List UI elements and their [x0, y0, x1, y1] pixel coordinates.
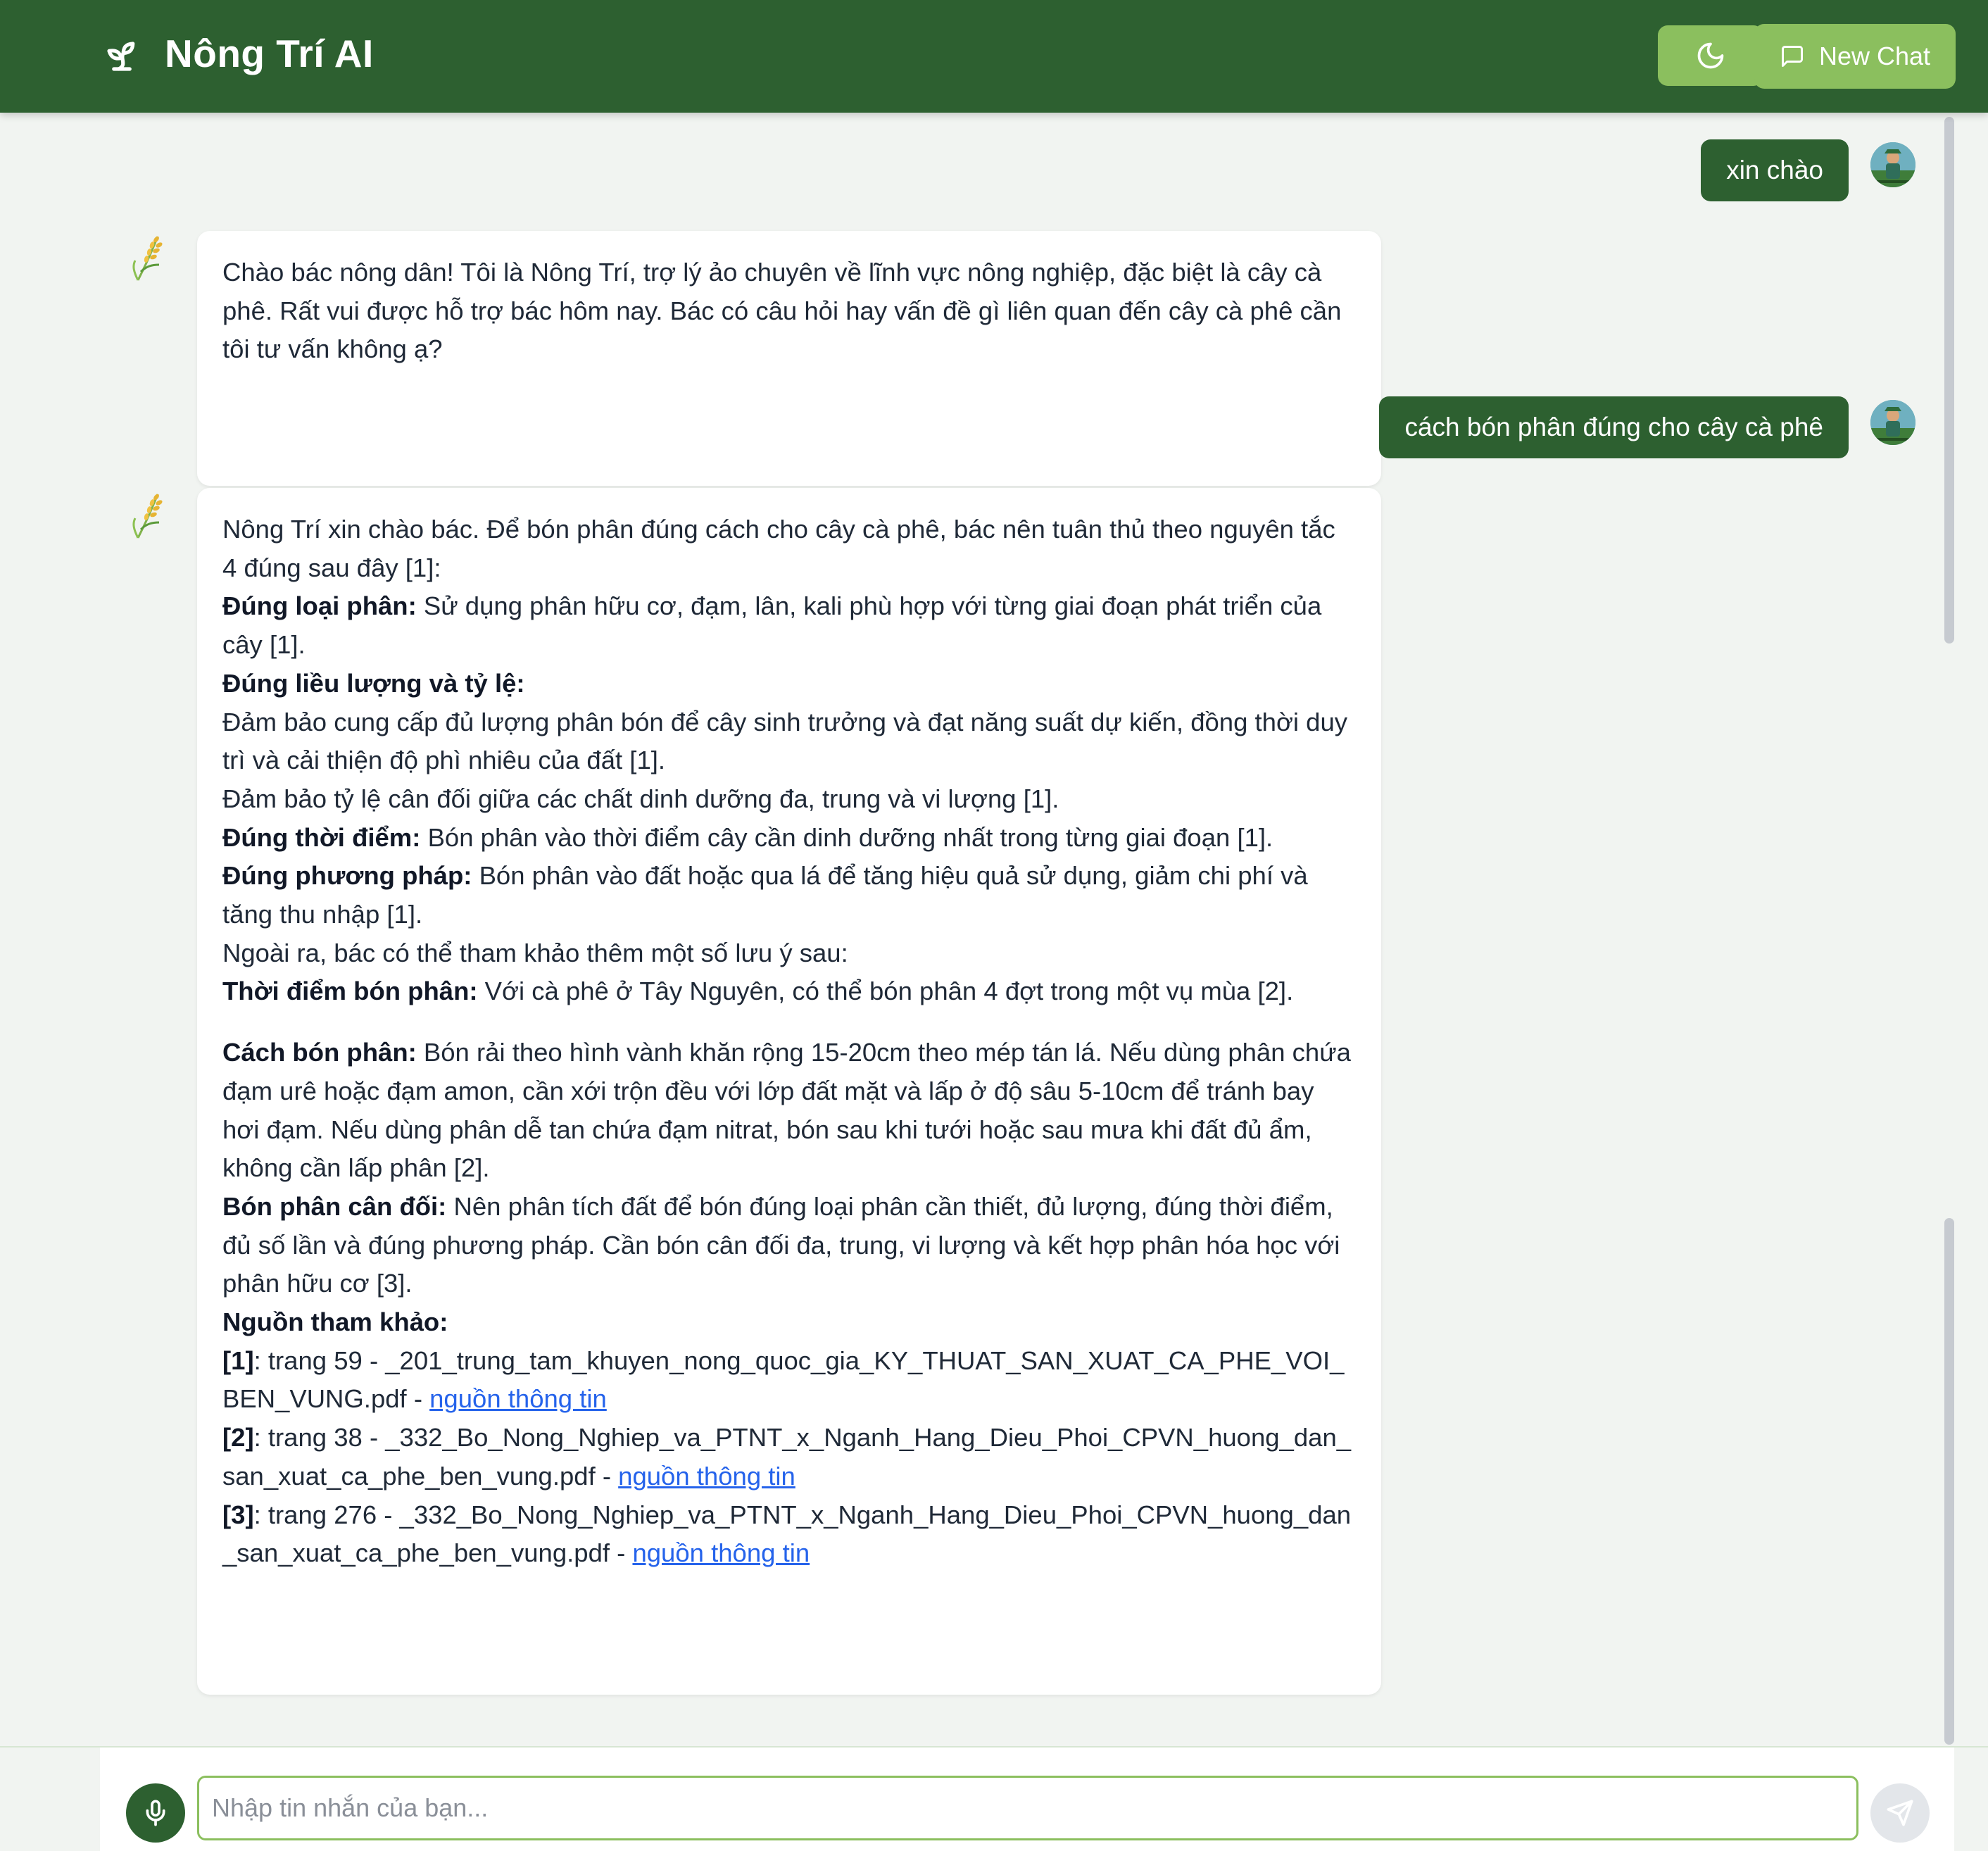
note-balance: Bón phân cân đối: Nên phân tích đất để b… — [222, 1188, 1356, 1303]
bot-intro: Nông Trí xin chào bác. Để bón phân đúng … — [222, 515, 1335, 582]
note-method: Cách bón phân: Bón rải theo hình vành kh… — [222, 1034, 1356, 1188]
source-item: [3]: trang 276 - _332_Bo_Nong_Nghiep_va_… — [222, 1496, 1356, 1573]
scrollbar-thumb[interactable] — [1944, 1218, 1954, 1745]
rule-label: Đúng thời điểm: — [222, 822, 421, 852]
sprout-icon — [107, 42, 135, 71]
rule-right-fertilizer: Đúng loại phân: Sử dụng phân hữu cơ, đạm… — [222, 587, 1356, 664]
send-button[interactable] — [1870, 1783, 1930, 1843]
rule-text: Bón phân vào thời điểm cây cần dinh dưỡn… — [420, 822, 1273, 852]
source-tag: [1] — [222, 1345, 254, 1375]
composer-margin — [0, 1748, 100, 1851]
rule-right-method: Đúng phương pháp: Bón phân vào đất hoặc … — [222, 857, 1356, 934]
source-item: [2]: trang 38 - _332_Bo_Nong_Nghiep_va_P… — [222, 1419, 1356, 1495]
bot-message-text: Chào bác nông dân! Tôi là Nông Trí, trợ … — [222, 258, 1342, 364]
sources-heading: Nguồn tham khảo: — [222, 1303, 1356, 1342]
rule-right-dose-label: Đúng liều lượng và tỷ lệ: — [222, 665, 1356, 703]
message-square-icon — [1782, 46, 1803, 67]
bot-message-bubble: Nông Trí xin chào bác. Để bón phân đúng … — [197, 488, 1381, 1695]
note-label: Bón phân cân đối: — [222, 1191, 447, 1221]
farmer-avatar-icon — [1870, 400, 1915, 445]
source-link[interactable]: nguồn thông tin — [429, 1384, 607, 1413]
rule-right-time: Đúng thời điểm: Bón phân vào thời điểm c… — [222, 819, 1356, 858]
microphone-button[interactable] — [126, 1783, 185, 1843]
rule-text: Đảm bảo tỷ lệ cân đối giữa các chất dinh… — [222, 784, 1059, 813]
farmer-avatar-icon — [1870, 142, 1915, 187]
composer-margin — [1954, 1748, 1988, 1851]
note-label: Cách bón phân: — [222, 1038, 417, 1067]
note-label: Thời điểm bón phân: — [222, 977, 478, 1006]
user-avatar — [1870, 142, 1915, 187]
extra-intro: Ngoài ra, bác có thể tham khảo thêm một … — [222, 938, 848, 967]
user-message: xin chào — [1701, 139, 1849, 201]
scrollbar-thumb[interactable] — [1944, 117, 1954, 644]
note-timing: Thời điểm bón phân: Với cà phê ở Tây Ngu… — [222, 972, 1356, 1011]
rule-label: Đúng phương pháp: — [222, 861, 472, 891]
message-input[interactable] — [197, 1776, 1858, 1840]
app-header: Nông Trí AI New Chat — [0, 0, 1988, 113]
sources-label: Nguồn tham khảo: — [222, 1307, 448, 1337]
rice-plant-icon — [132, 236, 163, 281]
source-link[interactable]: nguồn thông tin — [618, 1462, 795, 1491]
microphone-icon — [146, 1800, 165, 1826]
theme-toggle-button[interactable] — [1658, 25, 1763, 86]
user-message-bubble: xin chào — [1701, 139, 1849, 201]
source-tag: [2] — [222, 1423, 254, 1452]
new-chat-button[interactable]: New Chat — [1754, 24, 1956, 89]
source-item: [1]: trang 59 - _201_trung_tam_khuyen_no… — [222, 1342, 1356, 1419]
bot-message-bubble: Chào bác nông dân! Tôi là Nông Trí, trợ … — [197, 231, 1381, 486]
user-message: cách bón phân đúng cho cây cà phê — [1379, 396, 1849, 458]
user-message-bubble: cách bón phân đúng cho cây cà phê — [1379, 396, 1849, 458]
rice-plant-icon — [132, 494, 163, 539]
user-avatar — [1870, 400, 1915, 445]
note-text: Với cà phê ở Tây Nguyên, có thể bón phân… — [477, 977, 1294, 1006]
source-link[interactable]: nguồn thông tin — [632, 1538, 810, 1567]
rule-label: Đúng liều lượng và tỷ lệ: — [222, 668, 525, 698]
send-icon — [1887, 1800, 1913, 1826]
moon-icon — [1697, 42, 1724, 69]
rule-label: Đúng loại phân: — [222, 591, 417, 621]
new-chat-label: New Chat — [1819, 42, 1931, 70]
source-text: : trang 59 - _201_trung_tam_khuyen_nong_… — [222, 1345, 1345, 1414]
rule-text: Đảm bảo cung cấp đủ lượng phân bón để câ… — [222, 707, 1348, 775]
chat-messages[interactable]: xin chào Chào bác nông dân! Tôi là Nông … — [0, 113, 1944, 1746]
app-title: Nông Trí AI — [165, 32, 374, 75]
source-tag: [3] — [222, 1500, 254, 1529]
